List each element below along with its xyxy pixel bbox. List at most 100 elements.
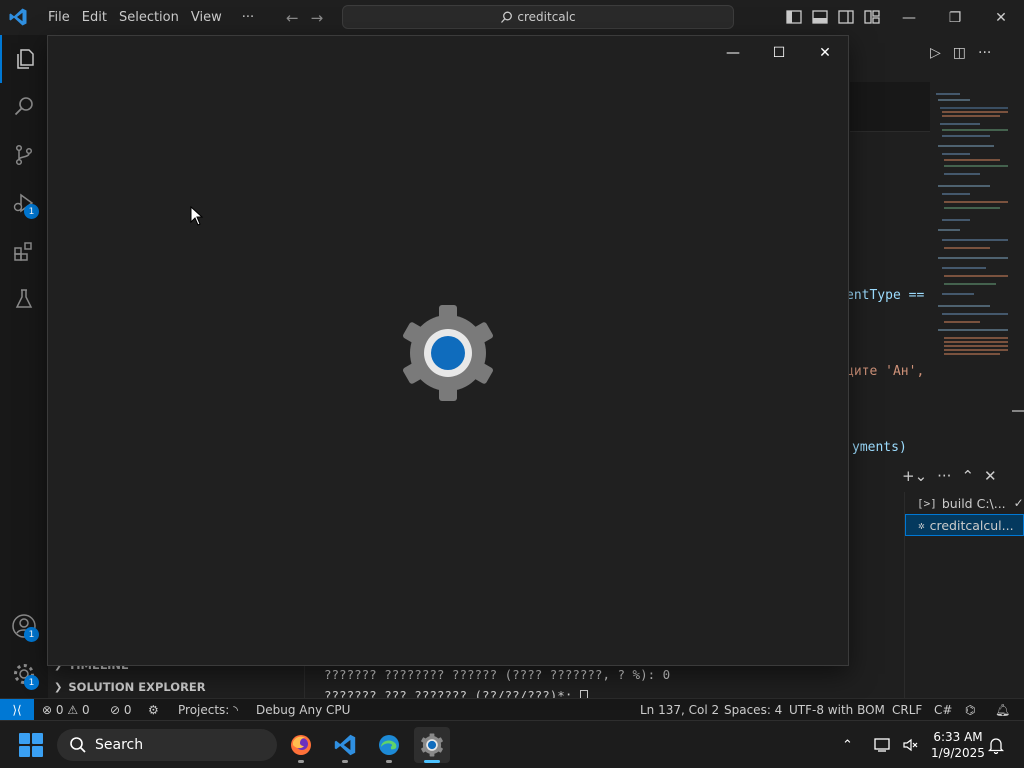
accounts-icon[interactable]: 1 <box>0 602 48 650</box>
search-icon[interactable] <box>0 83 48 131</box>
new-terminal-icon[interactable]: +⌄ <box>902 467 927 485</box>
restore-button[interactable]: ❐ <box>932 0 978 35</box>
maximize-panel-icon[interactable]: ⌃ <box>961 467 974 485</box>
volume-icon[interactable] <box>902 721 918 768</box>
section-label: SOLUTION EXPLORER <box>68 680 206 694</box>
settings-taskbar-icon[interactable] <box>414 727 450 763</box>
split-editor-icon[interactable]: ◫ <box>953 45 966 61</box>
windows-start-icon[interactable] <box>19 733 43 757</box>
menu-selection[interactable]: Selection <box>113 10 185 25</box>
manage-gear-icon[interactable]: 1 <box>0 650 48 698</box>
app-window[interactable]: — ☐ ✕ <box>47 35 849 666</box>
line-ending[interactable]: CRLF <box>892 699 922 721</box>
check-icon: ✓ <box>1013 496 1024 510</box>
menu-view[interactable]: View <box>185 10 228 25</box>
more-actions-icon[interactable]: ··· <box>937 467 951 485</box>
window-maximize-button[interactable]: ☐ <box>756 38 802 68</box>
terminal-tab-creditcalc[interactable]: ✲ creditcalcul... <box>905 514 1024 536</box>
testing-icon[interactable] <box>0 275 48 323</box>
run-debug-badge: 1 <box>24 204 39 219</box>
mouse-pointer-icon <box>190 206 204 226</box>
terminal-line: ??????? ???????? ?????? (???? ???????, ?… <box>324 667 671 682</box>
warning-icon: ⚠ <box>67 703 79 717</box>
accounts-badge: 1 <box>24 627 39 642</box>
terminal-tab-label: build C:\... <box>941 495 1006 511</box>
edge-icon[interactable] <box>371 727 407 763</box>
taskbar: Search ⌃ 6:33 AM 1/9/2025 <box>0 720 1024 768</box>
settings-gear-icon <box>403 305 493 401</box>
problems-indicator[interactable]: ⊗ 0 ⚠ 0 <box>42 699 90 721</box>
minimize-button[interactable]: — <box>886 0 932 35</box>
scrollbar-marker <box>1012 410 1024 412</box>
error-icon: ⊗ <box>42 703 53 717</box>
remote-indicator-icon[interactable]: ⟩⟨ <box>0 699 34 721</box>
projects-indicator[interactable]: Projects: ◝ <box>178 699 238 721</box>
terminal-tab-build[interactable]: [>] build C:\... ✓ <box>905 492 1024 514</box>
status-bar: ⟩⟨ ⊗ 0 ⚠ 0 ⊘ 0 ⚙ Projects: ◝ Debug Any C… <box>0 698 1024 721</box>
search-icon <box>501 11 513 23</box>
debug-launch-icon[interactable]: ⚙ <box>148 699 159 721</box>
source-control-icon[interactable] <box>0 131 48 179</box>
show-hidden-icons-icon[interactable]: ⌃ <box>842 721 853 768</box>
menu-bar: File Edit Selection View ··· <box>42 0 260 35</box>
debug-config[interactable]: Debug Any CPU <box>256 699 350 721</box>
copilot-icon[interactable]: ⌬ <box>965 699 975 721</box>
menu-edit[interactable]: Edit <box>76 10 113 25</box>
clock-time: 6:33 AM <box>933 730 983 744</box>
more-actions-icon[interactable]: ··· <box>978 45 991 61</box>
ports-indicator[interactable]: ⊘ 0 <box>110 699 132 721</box>
code-fragment: yments) <box>852 440 907 455</box>
solution-explorer-section[interactable]: ❯ SOLUTION EXPLORER <box>48 677 304 697</box>
debug-icon: ✲ <box>918 518 925 532</box>
menu-more[interactable]: ··· <box>236 10 260 25</box>
run-debug-icon[interactable]: 1 <box>0 179 48 227</box>
customize-layout-icon[interactable] <box>864 9 880 25</box>
notification-bell-icon[interactable] <box>988 721 1004 768</box>
toggle-primary-sidebar-icon[interactable] <box>786 9 802 25</box>
window-close-button[interactable]: ✕ <box>802 38 848 68</box>
command-center[interactable]: creditcalc <box>342 5 734 29</box>
chevron-right-icon: ❯ <box>54 681 63 693</box>
toggle-panel-icon[interactable] <box>812 9 828 25</box>
language-mode[interactable]: C# <box>934 699 952 721</box>
close-panel-icon[interactable]: ✕ <box>984 467 997 485</box>
notifications-bell-icon[interactable]: 🔔︎ <box>995 699 1010 721</box>
ports-icon: ⊘ <box>110 703 121 717</box>
menu-file[interactable]: File <box>42 10 76 25</box>
network-icon[interactable] <box>874 721 892 768</box>
activity-bar: 1 1 1 <box>0 35 48 698</box>
forward-arrow-icon[interactable]: → <box>311 9 324 27</box>
editor-tab-strip <box>850 82 930 132</box>
cursor-position[interactable]: Ln 137, Col 2 <box>640 699 719 721</box>
run-icon[interactable]: ▷ <box>930 45 941 61</box>
terminal-toolbar: +⌄ ··· ⌃ ✕ <box>890 464 1024 488</box>
terminal-tab-label: creditcalcul... <box>929 517 1014 533</box>
firefox-icon[interactable] <box>283 727 319 763</box>
taskbar-search[interactable]: Search <box>57 729 277 761</box>
command-center-label: creditcalc <box>517 10 576 24</box>
window-minimize-button[interactable]: — <box>710 38 756 68</box>
explorer-icon[interactable] <box>0 35 48 83</box>
editor-actions: ▷ ◫ ··· <box>850 40 1024 66</box>
loading-spinner-icon: ◝ <box>233 703 238 717</box>
search-icon <box>70 737 86 753</box>
code-fragment: entType == <box>846 288 925 303</box>
code-fragment: ците 'Ан', <box>846 364 925 379</box>
search-label: Search <box>95 737 144 753</box>
layout-controls <box>786 9 880 25</box>
close-button[interactable]: ✕ <box>978 0 1024 35</box>
vscode-logo-icon[interactable] <box>8 7 28 27</box>
manage-badge: 1 <box>24 675 39 690</box>
extensions-icon[interactable] <box>0 227 48 275</box>
vscode-taskbar-icon[interactable] <box>327 727 363 763</box>
title-bar: File Edit Selection View ··· ← → creditc… <box>0 0 1024 35</box>
taskbar-clock[interactable]: 6:33 AM 1/9/2025 <box>928 729 988 761</box>
back-arrow-icon[interactable]: ← <box>286 9 299 27</box>
indentation[interactable]: Spaces: 4 <box>724 699 782 721</box>
terminal-icon: [>] <box>917 496 937 510</box>
clock-date: 1/9/2025 <box>931 746 985 760</box>
navigation-arrows: ← → <box>286 9 323 27</box>
toggle-secondary-sidebar-icon[interactable] <box>838 9 854 25</box>
encoding[interactable]: UTF-8 with BOM <box>789 699 885 721</box>
minimap[interactable] <box>930 90 1012 380</box>
